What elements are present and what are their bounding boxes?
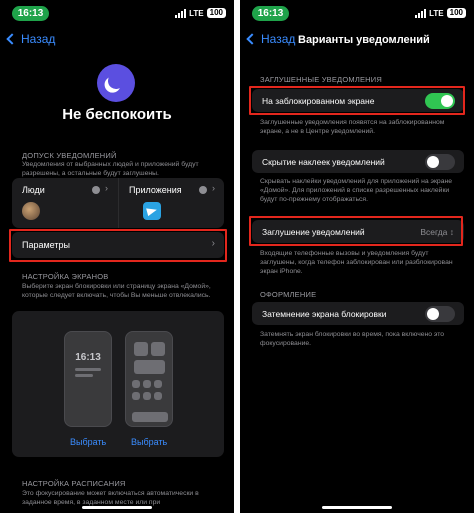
dim-lock-screen-description: Затемнять экран блокировки во время, пок… [260,331,445,347]
dim-lock-screen-toggle[interactable] [425,306,455,322]
page-title: Не беспокоить [62,106,172,123]
home-screen-preview[interactable] [125,331,173,427]
chevron-right-icon: › [212,183,215,193]
home-indicator[interactable] [322,506,392,509]
signal-icon [415,8,427,18]
choose-lock-screen-link[interactable]: Выбрать [70,437,106,447]
status-bar: 16:13 LTE 100 [0,6,234,22]
schedule-header: НАСТРОЙКА РАСПИСАНИЯ [22,479,126,488]
status-time: 16:13 [252,6,289,21]
telegram-app-icon [143,202,161,220]
chevron-left-icon [246,33,258,45]
allow-notifications-header: ДОПУСК УВЕДОМЛЕНИЙ [22,151,117,160]
people-apps-card: Люди › Приложения › [12,178,224,228]
people-label: Люди [22,185,45,195]
back-label: Назад [21,32,56,46]
apps-cell[interactable]: Приложения › [118,178,224,228]
back-button[interactable]: Назад [6,32,55,46]
back-label: Назад [261,32,296,46]
hide-badges-label: Скрытие наклеек уведомлений [262,157,385,167]
navigation-bar: Назад [0,32,234,52]
back-button[interactable]: Назад [246,32,295,46]
choose-home-screen-link[interactable]: Выбрать [131,437,167,447]
screens-header: НАСТРОЙКА ЭКРАНОВ [22,272,109,281]
lock-screen-description: Заглушенные уведомления появятся на забл… [260,119,445,135]
highlight-frame [249,86,465,115]
navigation-bar: Назад Варианты уведомлений [240,32,474,52]
lock-screen-preview[interactable]: 16:13 [64,331,112,427]
dim-lock-screen-row: Затемнение экрана блокировки [252,302,464,325]
avatar [22,202,40,220]
network-type: LTE [429,8,444,18]
check-icon [92,186,100,194]
schedule-description: Это фокусирование может включаться автом… [22,490,199,506]
lock-screen-time: 16:13 [75,352,101,363]
apps-label: Приложения [129,185,182,195]
highlight-frame [249,216,463,246]
screens-description: Выберите экран блокировки или страницу э… [22,283,211,299]
status-bar: 16:13 LTE 100 [240,6,474,22]
chevron-right-icon: › [105,183,108,193]
dim-lock-screen-label: Затемнение экрана блокировки [262,309,387,319]
appearance-header: ОФОРМЛЕНИЕ [260,290,317,299]
allow-notifications-description: Уведомления от выбранных людей и приложе… [22,161,199,177]
highlight-frame [9,229,227,262]
hide-badges-description: Скрывать наклейки уведомлений для прилож… [260,178,453,203]
signal-icon [175,8,187,18]
battery-level: 100 [446,8,466,18]
battery-level: 100 [206,8,226,18]
network-type: LTE [189,8,204,18]
people-cell[interactable]: Люди › [12,178,118,228]
moon-icon [97,64,135,102]
silence-notifications-description: Входящие телефонные вызовы и уведомления… [260,250,453,275]
check-icon [199,186,207,194]
screenshot-stage: 16:13 LTE 100 Назад Не беспокоить ДОПУСК… [0,0,474,513]
chevron-left-icon [6,33,18,45]
hide-badges-row: Скрытие наклеек уведомлений [252,150,464,173]
focus-settings-screen: 16:13 LTE 100 Назад Не беспокоить ДОПУСК… [0,0,234,513]
muted-notifications-header: ЗАГЛУШЕННЫЕ УВЕДОМЛЕНИЯ [260,75,382,84]
screens-card: 16:13 Выбрать Выбрать [12,311,224,457]
notification-options-screen: 16:13 LTE 100 Назад Варианты уведомлений… [240,0,474,513]
page-title: Варианты уведомлений [298,34,430,46]
home-indicator[interactable] [82,506,152,509]
status-time: 16:13 [12,6,49,21]
hide-badges-toggle[interactable] [425,154,455,170]
